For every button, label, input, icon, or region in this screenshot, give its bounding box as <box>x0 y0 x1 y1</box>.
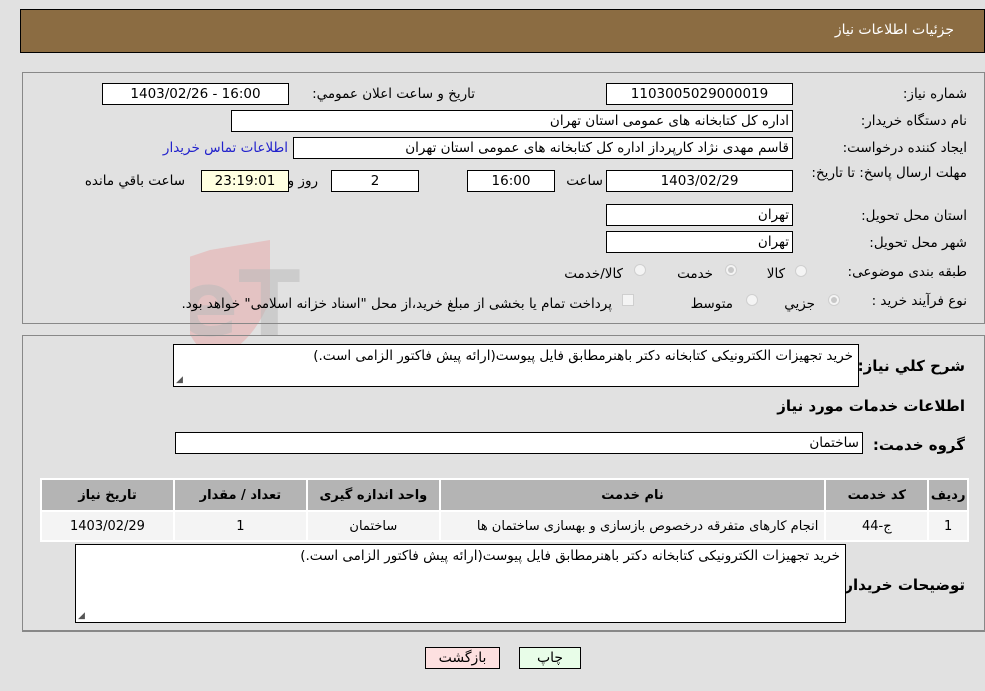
province-label: استان محل تحویل: <box>861 208 967 224</box>
remaining-time-field: 23:19:01 <box>201 170 289 192</box>
description-text: خرید تجهیزات الکترونیکی کتابخانه دکتر با… <box>313 348 853 364</box>
header-service-name: نام خدمت <box>440 480 825 510</box>
requester-label: ایجاد کننده درخواست: <box>842 140 967 156</box>
buyer-org-label: نام دستگاه خريدار: <box>860 113 967 129</box>
table-row: 1 ج-44 انجام کارهای متفرقه درخصوص بازساز… <box>42 512 967 540</box>
header-need-date: تاریخ نیاز <box>42 480 173 510</box>
services-heading: اطلاعات خدمات مورد نياز <box>777 397 965 415</box>
page-title: جزئیات اطلاعات نیاز <box>834 22 954 38</box>
category-service-label: خدمت <box>677 266 713 282</box>
description-label: شرح کلي نياز: <box>857 357 965 375</box>
category-goods-service-label: کالا/خدمت <box>564 266 623 282</box>
buyer-contact-link[interactable]: اطلاعات تماس خریدار <box>163 140 288 156</box>
header-quantity: تعداد / مقدار <box>174 480 306 510</box>
announce-datetime-field[interactable]: 1403/02/26 - 16:00 <box>102 83 289 105</box>
page-header: جزئیات اطلاعات نیاز <box>20 9 985 53</box>
cell-row-number: 1 <box>929 512 967 540</box>
buyer-notes-textarea[interactable]: خرید تجهیزات الکترونیکی کتابخانه دکتر با… <box>75 544 846 623</box>
deadline-time-field[interactable]: 16:00 <box>467 170 555 192</box>
service-group-field[interactable]: ساختمان <box>175 432 863 454</box>
need-number-field[interactable]: 1103005029000019 <box>606 83 793 105</box>
header-row-number: ردیف <box>929 480 967 510</box>
requester-field[interactable]: قاسم مهدی نژاد کارپرداز اداره کل کتابخان… <box>293 137 793 159</box>
province-field[interactable]: تهران <box>606 204 793 226</box>
cell-unit: ساختمان <box>307 512 439 540</box>
header-unit: واحد اندازه گیری <box>307 480 439 510</box>
print-button[interactable]: چاپ <box>519 647 581 669</box>
process-label: نوع فرآیند خرید : <box>871 293 967 309</box>
cell-quantity: 1 <box>174 512 306 540</box>
cell-service-code: ج-44 <box>826 512 928 540</box>
treasury-note: پرداخت تمام یا بخشی از مبلغ خرید،از محل … <box>181 296 612 312</box>
services-table: ردیف کد خدمت نام خدمت واحد اندازه گیری ت… <box>40 478 969 542</box>
treasury-checkbox[interactable] <box>622 294 634 306</box>
resize-handle-icon[interactable]: ◢ <box>176 376 183 385</box>
deadline-time-label: ساعت <box>566 173 603 189</box>
buyer-notes-text: خرید تجهیزات الکترونیکی کتابخانه دکتر با… <box>300 548 840 564</box>
process-minor-label: جزيي <box>784 296 815 312</box>
service-group-label: گروه خدمت: <box>872 436 965 454</box>
process-radio-minor[interactable] <box>828 294 840 306</box>
need-number-label: شماره نیاز: <box>902 86 967 102</box>
city-field[interactable]: تهران <box>606 231 793 253</box>
process-radio-medium[interactable] <box>746 294 758 306</box>
table-header-row: ردیف کد خدمت نام خدمت واحد اندازه گیری ت… <box>42 480 967 510</box>
header-service-code: کد خدمت <box>826 480 928 510</box>
announce-datetime-label: تاریخ و ساعت اعلان عمومي: <box>312 86 475 102</box>
city-label: شهر محل تحویل: <box>869 235 967 251</box>
days-label: روز و <box>287 173 318 189</box>
category-label: طبقه بندی موضوعی: <box>847 264 967 280</box>
category-radio-goods-service[interactable] <box>634 264 646 276</box>
deadline-date-field[interactable]: 1403/02/29 <box>606 170 793 192</box>
process-medium-label: متوسط <box>690 296 733 312</box>
deadline-label: مهلت ارسال پاسخ: تا تاریخ: <box>811 165 967 181</box>
description-textarea[interactable]: خرید تجهیزات الکترونیکی کتابخانه دکتر با… <box>173 344 859 387</box>
cell-need-date: 1403/02/29 <box>42 512 173 540</box>
buyer-org-field[interactable]: اداره کل کتابخانه های عمومی استان تهران <box>231 110 793 132</box>
back-button[interactable]: بازگشت <box>425 647 500 669</box>
cell-service-name: انجام کارهای متفرقه درخصوص بازسازی و بهس… <box>440 512 825 540</box>
category-radio-goods[interactable] <box>795 265 807 277</box>
category-radio-service[interactable] <box>725 264 737 276</box>
remaining-label: ساعت باقي مانده <box>84 173 185 189</box>
resize-handle-icon[interactable]: ◢ <box>78 612 85 621</box>
category-goods-label: کالا <box>766 266 785 282</box>
remaining-days-field[interactable]: 2 <box>331 170 419 192</box>
buyer-notes-label: توضیحات خریدار: <box>838 576 965 594</box>
